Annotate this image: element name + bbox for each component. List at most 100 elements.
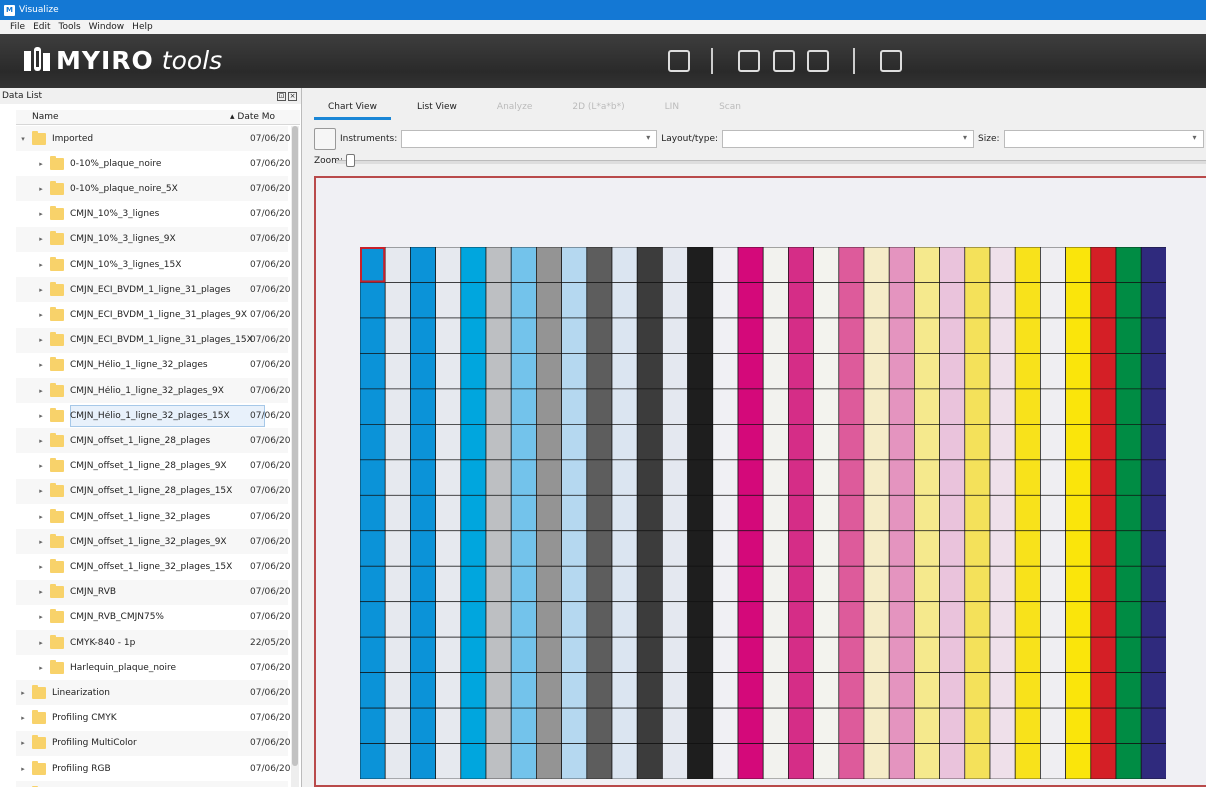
expand-arrow-icon[interactable]: ▸	[36, 639, 46, 647]
color-patch[interactable]	[762, 565, 789, 603]
layout-select[interactable]	[722, 130, 975, 148]
expand-arrow-icon[interactable]: ▸	[18, 689, 28, 697]
color-patch[interactable]	[1115, 636, 1142, 673]
color-patch[interactable]	[360, 282, 386, 319]
color-patch[interactable]	[712, 494, 739, 532]
color-patch[interactable]	[687, 282, 714, 319]
tree-row[interactable]: ▸ CMJN_10%_3_lignes 07/06/20	[16, 202, 290, 227]
color-patch[interactable]	[712, 247, 739, 283]
color-patch[interactable]	[1065, 353, 1092, 390]
tree-row[interactable]: ▸QC07/06/20	[16, 781, 288, 787]
color-patch[interactable]	[939, 672, 966, 709]
color-patch[interactable]	[964, 672, 991, 709]
color-patch[interactable]	[384, 424, 411, 461]
color-patch[interactable]	[636, 530, 663, 567]
color-patch[interactable]	[813, 530, 840, 567]
color-patch[interactable]	[536, 317, 562, 354]
tree-row[interactable]: ▸ Linearization 07/06/20	[16, 680, 290, 706]
color-patch[interactable]	[964, 636, 991, 673]
color-patch[interactable]	[1014, 743, 1041, 779]
color-patch[interactable]	[964, 459, 991, 496]
color-patch[interactable]	[636, 565, 663, 603]
color-patch[interactable]	[788, 636, 814, 673]
color-patch[interactable]	[712, 565, 739, 603]
color-patch[interactable]	[485, 565, 512, 603]
color-patch[interactable]	[687, 601, 714, 638]
chart-grid-button[interactable]	[314, 128, 336, 150]
color-patch[interactable]	[485, 672, 512, 709]
color-patch[interactable]	[838, 424, 865, 461]
tree-row[interactable]: ▸ CMJN_10%_3_lignes_9X 07/06/20	[16, 226, 290, 252]
color-patch[interactable]	[1115, 601, 1142, 638]
color-patch[interactable]	[636, 601, 663, 638]
color-patch[interactable]	[662, 247, 688, 283]
color-patch[interactable]	[762, 601, 789, 638]
color-patch[interactable]	[863, 388, 890, 425]
color-patch[interactable]	[1140, 530, 1166, 567]
color-patch[interactable]	[586, 636, 613, 673]
color-patch[interactable]	[536, 353, 562, 390]
color-patch[interactable]	[737, 317, 764, 354]
color-patch[interactable]	[939, 353, 966, 390]
color-patch[interactable]	[939, 388, 966, 425]
color-patch[interactable]	[435, 565, 462, 603]
color-patch[interactable]	[384, 565, 411, 603]
color-patch[interactable]	[510, 743, 537, 779]
color-patch[interactable]	[989, 601, 1016, 638]
color-patch[interactable]	[510, 317, 537, 354]
color-patch[interactable]	[410, 317, 436, 354]
color-patch[interactable]	[838, 636, 865, 673]
color-patch[interactable]	[939, 565, 966, 603]
color-patch[interactable]	[586, 317, 613, 354]
color-patch[interactable]	[964, 530, 991, 567]
color-patch[interactable]	[863, 707, 890, 744]
color-patch[interactable]	[888, 530, 915, 567]
color-patch[interactable]	[888, 317, 915, 354]
color-patch[interactable]	[888, 388, 915, 425]
color-patch[interactable]	[662, 636, 688, 673]
color-patch[interactable]	[1115, 247, 1142, 283]
color-patch[interactable]	[1140, 565, 1166, 603]
color-patch[interactable]	[485, 317, 512, 354]
color-patch[interactable]	[737, 530, 764, 567]
color-patch[interactable]	[939, 424, 966, 461]
expand-arrow-icon[interactable]: ▸	[36, 336, 46, 344]
color-patch[interactable]	[1090, 247, 1117, 283]
tree-row[interactable]: ▸ Profiling MultiColor 07/06/20	[16, 730, 290, 756]
color-patch[interactable]	[989, 247, 1016, 283]
color-patch[interactable]	[687, 530, 714, 567]
color-patch[interactable]	[510, 565, 537, 603]
expand-arrow-icon[interactable]: ▸	[36, 311, 46, 319]
color-patch[interactable]	[611, 494, 638, 532]
color-patch[interactable]	[410, 601, 436, 638]
color-patch[interactable]	[762, 424, 789, 461]
color-patch[interactable]	[561, 459, 588, 496]
color-patch[interactable]	[460, 388, 487, 425]
color-patch[interactable]	[1040, 494, 1066, 532]
color-patch[interactable]	[838, 317, 865, 354]
color-patch[interactable]	[384, 530, 411, 567]
scrollbar-thumb[interactable]	[292, 126, 298, 766]
color-patch[interactable]	[1040, 459, 1066, 496]
color-patch[interactable]	[863, 282, 890, 319]
color-patch[interactable]	[1090, 743, 1117, 779]
color-patch[interactable]	[510, 353, 537, 390]
color-patch[interactable]	[1065, 530, 1092, 567]
tree-row[interactable]: ▸ 0-10%_plaque_noire_5X 07/06/20	[16, 176, 290, 202]
color-patch[interactable]	[611, 353, 638, 390]
tree-row[interactable]: ▸ Profiling CMYK 07/06/20	[16, 706, 290, 731]
menu-window[interactable]: Window	[85, 22, 129, 32]
color-patch[interactable]	[1140, 317, 1166, 354]
color-patch[interactable]	[1090, 672, 1117, 709]
color-patch[interactable]	[1090, 459, 1117, 496]
color-patch[interactable]	[410, 743, 436, 779]
color-patch[interactable]	[485, 707, 512, 744]
expand-arrow-icon[interactable]: ▸	[36, 160, 46, 168]
color-patch[interactable]	[914, 672, 940, 709]
color-patch[interactable]	[1090, 601, 1117, 638]
color-patch[interactable]	[964, 247, 991, 283]
color-patch[interactable]	[460, 743, 487, 779]
color-patch[interactable]	[687, 388, 714, 425]
color-patch[interactable]	[611, 282, 638, 319]
expand-arrow-icon[interactable]: ▸	[18, 714, 28, 722]
